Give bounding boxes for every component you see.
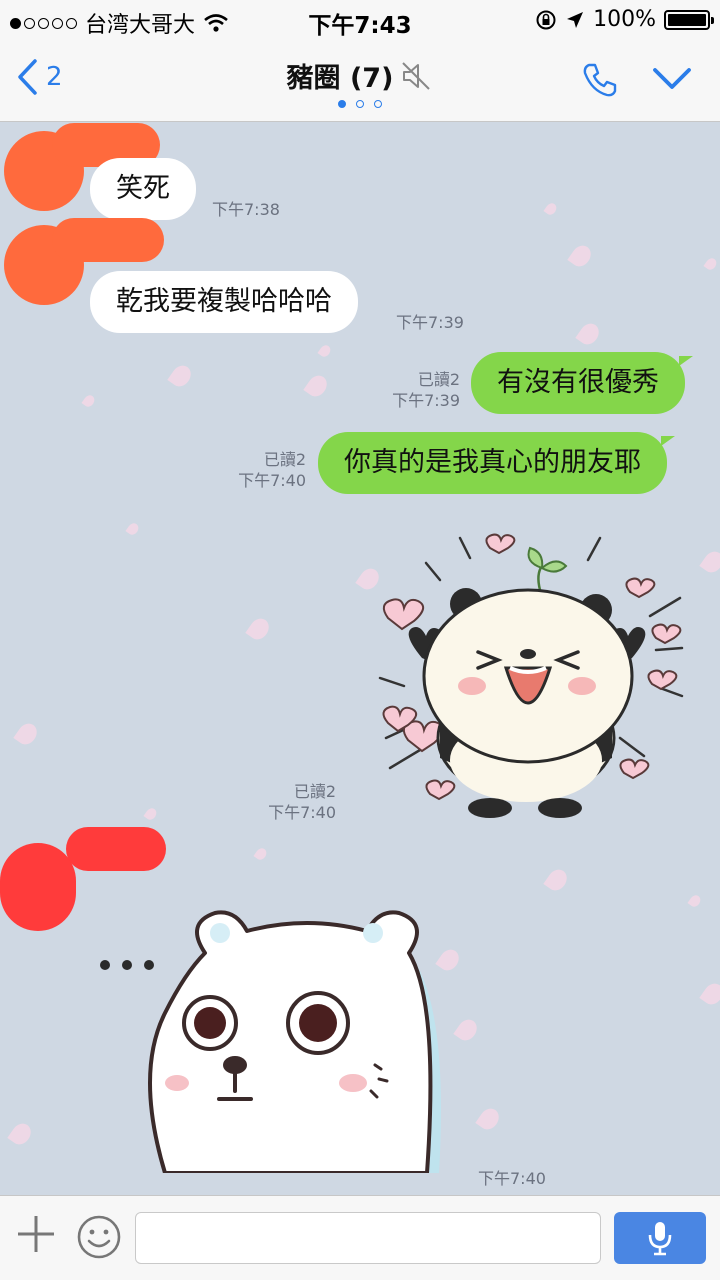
- page-dot: [374, 100, 382, 108]
- rotation-lock-icon: [536, 10, 556, 29]
- petal-decoration: [317, 343, 333, 359]
- message-meta: 已讀2 下午7:40: [216, 449, 306, 491]
- voice-message-button[interactable]: [614, 1212, 706, 1264]
- message-bubble[interactable]: 你真的是我真心的朋友耶: [318, 432, 675, 494]
- sender-name: [52, 218, 164, 262]
- white-bear-sticker[interactable]: [95, 903, 455, 1173]
- petal-decoration: [245, 614, 273, 644]
- petal-decoration: [125, 521, 141, 537]
- petal-decoration: [143, 806, 159, 822]
- petal-decoration: [687, 893, 703, 909]
- message-bubble[interactable]: 有沒有很優秀: [471, 352, 693, 414]
- status-bar: 台湾大哥大 下午7:43 100%: [0, 0, 720, 40]
- location-arrow-icon: [567, 11, 584, 28]
- battery-percent: 100%: [593, 7, 656, 32]
- petal-decoration: [453, 1015, 481, 1045]
- phone-icon[interactable]: [580, 60, 620, 100]
- status-right: 100%: [535, 7, 714, 32]
- message-time: 下午7:38: [212, 200, 280, 219]
- sender-name: [66, 827, 166, 871]
- message-bubble[interactable]: 乾我要複製哈哈哈: [90, 271, 358, 333]
- chat-area[interactable]: 笑死 下午7:38 乾我要複製哈哈哈 下午7:39 已讀2 下午7:39 有沒有…: [0, 123, 720, 1195]
- message-time: 下午7:40: [478, 1169, 546, 1188]
- message-input-bar: [0, 1195, 720, 1280]
- petal-decoration: [543, 865, 571, 895]
- petal-decoration: [699, 547, 720, 577]
- battery-icon: [664, 9, 714, 30]
- microphone-icon: [648, 1222, 672, 1256]
- muted-speaker-icon: [402, 61, 431, 90]
- chevron-down-icon[interactable]: [652, 66, 692, 92]
- message-meta: 已讀2 下午7:40: [246, 781, 336, 823]
- sender-avatar[interactable]: [0, 843, 76, 931]
- read-receipt: 已讀2: [417, 370, 460, 389]
- petal-decoration: [703, 256, 719, 272]
- plus-icon[interactable]: [16, 1214, 56, 1254]
- petal-decoration: [13, 719, 41, 749]
- read-receipt: 已讀2: [263, 450, 306, 469]
- page-dot: [338, 100, 346, 108]
- page-indicator: [0, 100, 720, 108]
- read-receipt: 已讀2: [293, 782, 336, 801]
- petal-decoration: [543, 201, 559, 217]
- message-time: 下午7:40: [268, 803, 336, 822]
- chat-header: 2 豬圈 (7): [0, 40, 720, 122]
- petal-decoration: [167, 361, 195, 391]
- message-input[interactable]: [135, 1212, 601, 1264]
- petal-decoration: [575, 319, 603, 349]
- petal-decoration: [81, 393, 97, 409]
- message-meta: 已讀2 下午7:39: [370, 369, 460, 411]
- message-time: 下午7:39: [392, 391, 460, 410]
- message-time: 下午7:39: [396, 313, 464, 332]
- petal-decoration: [699, 979, 720, 1009]
- petal-decoration: [475, 1104, 503, 1134]
- emoji-icon[interactable]: [76, 1214, 122, 1260]
- petal-decoration: [567, 241, 595, 271]
- petal-decoration: [7, 1119, 35, 1149]
- chat-title: 豬圈 (7): [286, 63, 394, 94]
- message-bubble[interactable]: 笑死: [90, 158, 196, 220]
- panda-sticker[interactable]: [360, 528, 700, 828]
- petal-decoration: [303, 371, 331, 401]
- message-time: 下午7:40: [238, 471, 306, 490]
- page-dot: [356, 100, 364, 108]
- petal-decoration: [253, 846, 269, 862]
